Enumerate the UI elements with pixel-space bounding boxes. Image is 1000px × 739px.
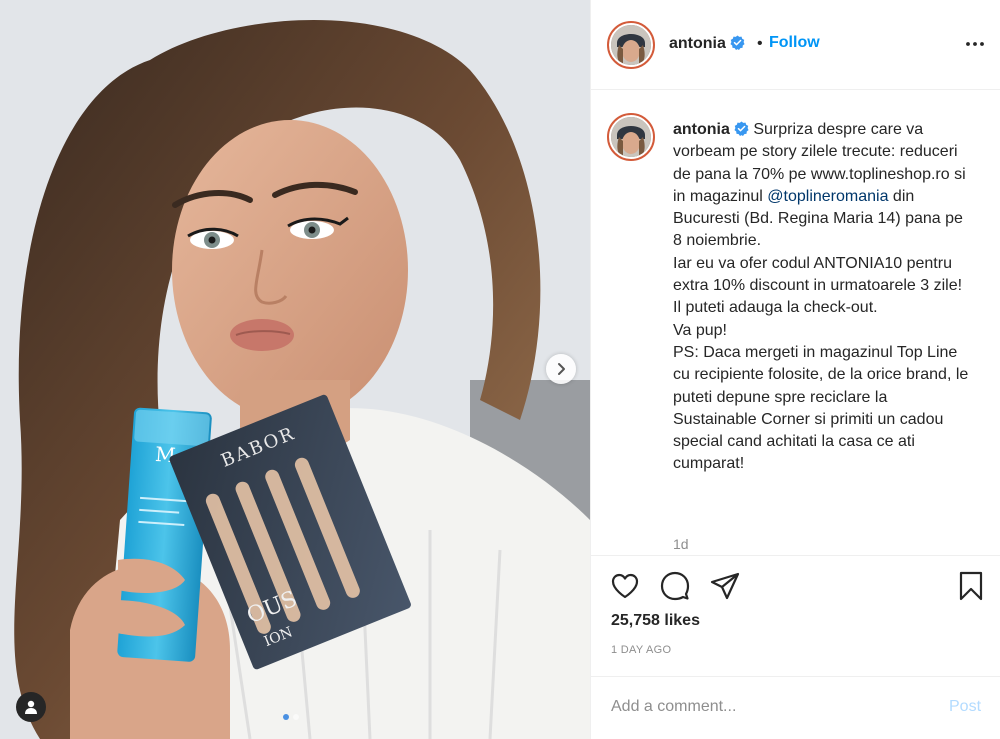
caption-avatar[interactable] xyxy=(607,113,655,161)
caption-text: antonia Surpriza despre care va vorbeam … xyxy=(673,119,973,476)
heart-icon[interactable] xyxy=(609,570,641,602)
comment-input[interactable] xyxy=(611,695,931,719)
caption-section: antonia Surpriza despre care va vorbeam … xyxy=(591,90,1000,556)
user-tag-button[interactable] xyxy=(16,692,46,722)
caption-username[interactable]: antonia xyxy=(673,121,749,138)
carousel-dot-2 xyxy=(293,714,299,720)
post-photo[interactable]: M BABOR OUS ION xyxy=(0,0,590,739)
carousel-dot-1 xyxy=(283,714,289,720)
chevron-right-icon xyxy=(558,363,565,375)
verified-badge-icon xyxy=(730,35,745,50)
comment-bar: Post xyxy=(591,676,1000,739)
caption-username-text: antonia xyxy=(673,121,730,138)
header-username-text: antonia xyxy=(669,35,726,52)
more-options-icon[interactable] xyxy=(963,32,987,56)
avatar[interactable] xyxy=(607,21,655,69)
post-panel: antonia • Follow antonia Surpriza despre xyxy=(590,0,1000,739)
photo-scene: M BABOR OUS ION xyxy=(0,0,590,739)
verified-badge-icon xyxy=(734,121,749,136)
share-icon[interactable] xyxy=(709,570,741,602)
lips xyxy=(230,319,294,351)
header-username[interactable]: antonia xyxy=(669,35,745,53)
user-tag-icon xyxy=(25,700,37,714)
caption-line3: Va pup! xyxy=(673,321,727,339)
caption-mention-link[interactable]: @toplineromania xyxy=(767,188,888,205)
likes-count[interactable]: 25,758 likes xyxy=(611,612,700,630)
caption-line2: Iar eu va ofer codul ANTONIA10 pentru ex… xyxy=(673,254,963,317)
post-comment-button[interactable]: Post xyxy=(949,698,981,716)
follow-button[interactable]: Follow xyxy=(769,34,820,52)
action-bar: 25,758 likes 1 DAY AGO xyxy=(591,556,1000,676)
carousel-next-button[interactable] xyxy=(546,354,576,384)
header-separator: • xyxy=(757,35,763,52)
comment-icon[interactable] xyxy=(659,570,691,602)
avatar-image xyxy=(611,117,651,157)
caption-timestamp[interactable]: 1d xyxy=(673,536,689,552)
avatar-image xyxy=(611,25,651,65)
face xyxy=(172,120,408,420)
caption-line4: PS: Daca mergeti in magazinul Top Line c… xyxy=(673,343,969,473)
bookmark-icon[interactable] xyxy=(955,570,987,602)
carousel-indicator xyxy=(283,714,299,720)
post-timestamp[interactable]: 1 DAY AGO xyxy=(611,644,671,656)
post-header: antonia • Follow xyxy=(591,0,1000,90)
